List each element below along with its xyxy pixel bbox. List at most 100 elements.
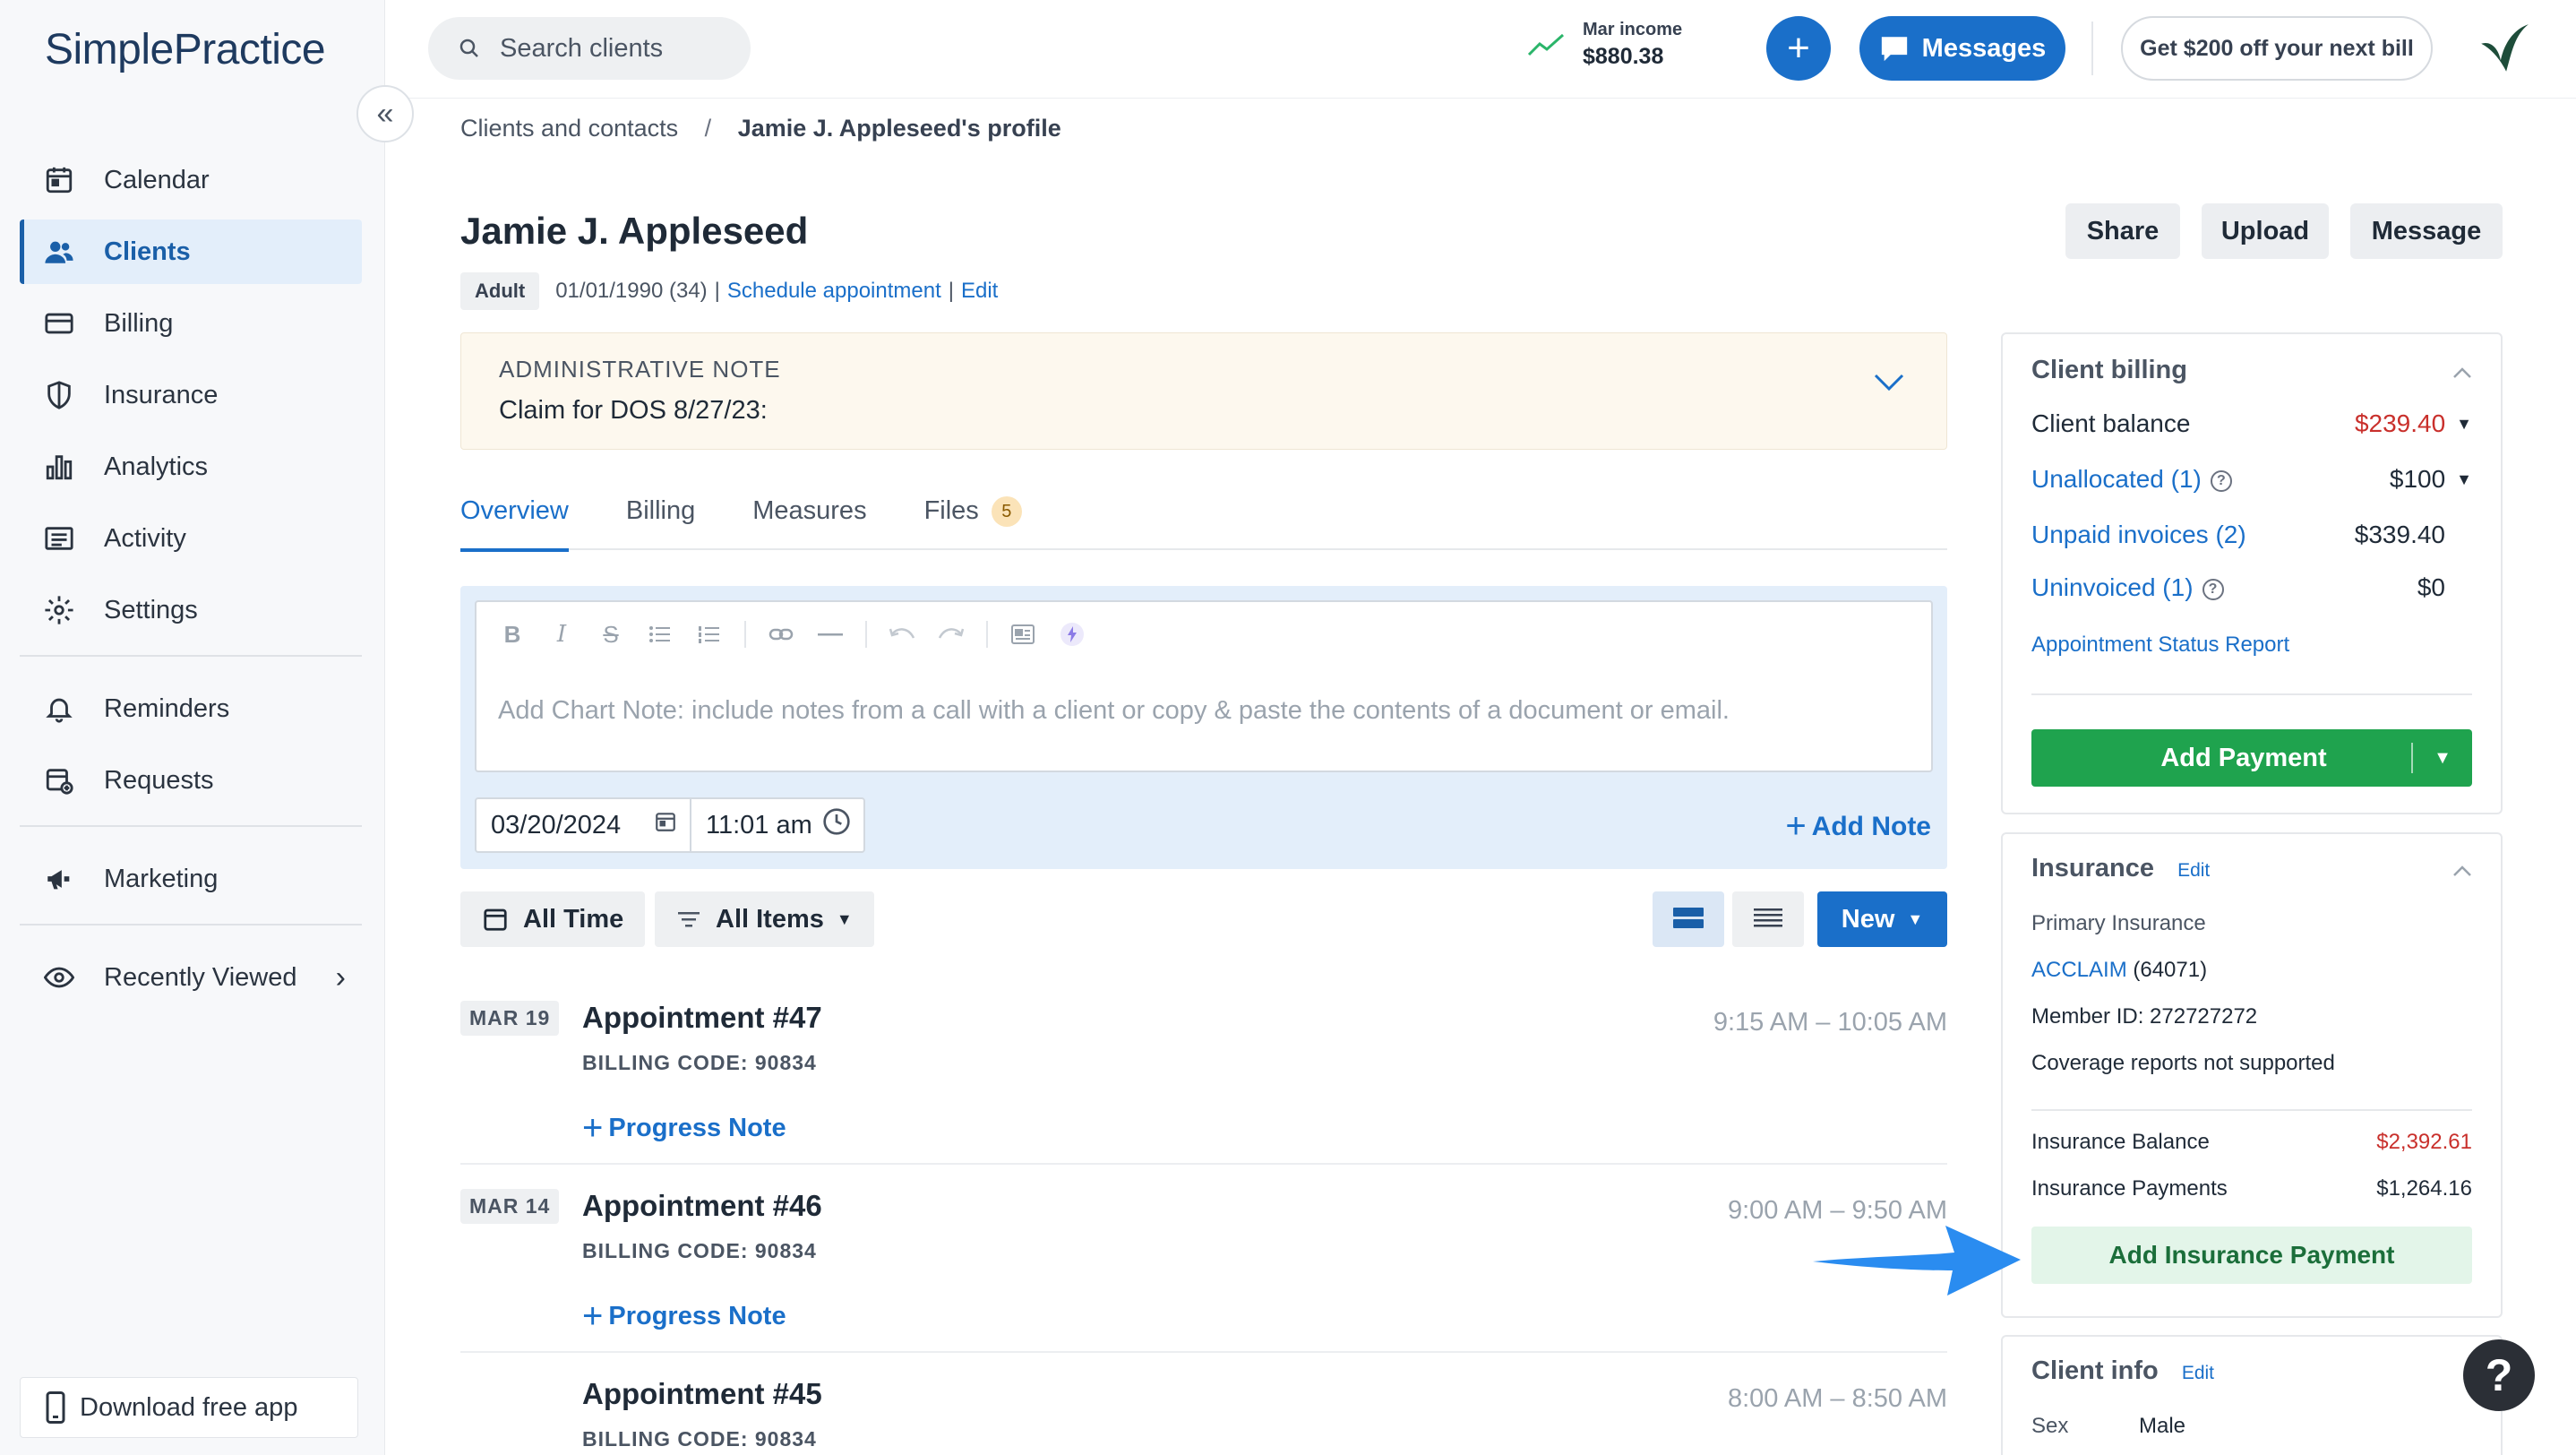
billing-code: BILLING CODE: 90834 [582,1051,817,1074]
time-filter-label: All Time [523,904,624,934]
sidebar-item-clients[interactable]: Clients [20,220,362,284]
chevron-up-icon[interactable] [2452,865,2472,877]
list-view-icon [1753,906,1783,934]
download-app-button[interactable]: Download free app [20,1377,358,1438]
tab-measures[interactable]: Measures [752,496,866,550]
tab-files[interactable]: Files 5 [924,496,1022,550]
chevron-up-icon[interactable] [2452,366,2472,379]
tab-label: Billing [625,496,696,525]
sidebar-item-label: Insurance [104,380,219,409]
template-icon[interactable] [1009,620,1037,649]
strikethrough-icon[interactable]: S [597,620,625,649]
caret-down-icon[interactable]: ▼ [2413,748,2472,769]
note-date-value: 03/20/2024 [491,810,622,839]
add-payment-button[interactable]: Add Payment ▼ [2031,729,2472,787]
sidebar-item-marketing[interactable]: Marketing [20,847,362,911]
sidebar-item-reminders[interactable]: Reminders [20,676,362,741]
list-item[interactable]: Appointment #45 BILLING CODE: 90834 8:00… [460,1377,1947,1455]
edit-client-info-link[interactable]: Edit [2182,1363,2214,1383]
billing-code: BILLING CODE: 90834 [582,1427,817,1451]
note-time-field[interactable]: 11:01 am [691,807,863,843]
edit-insurance-link[interactable]: Edit [2177,860,2210,881]
promo-button[interactable]: Get $200 off your next bill [2121,16,2433,81]
collapse-sidebar-button[interactable]: « [356,85,414,142]
double-chevron-left-icon: « [376,96,394,131]
search-input[interactable]: Search clients [428,17,751,80]
sidebar-item-recently-viewed[interactable]: Recently Viewed › [20,945,362,1010]
numbered-list-icon[interactable] [695,620,724,649]
tab-label: Measures [752,496,867,525]
client-balance-value[interactable]: $239.40 ▼ [2355,409,2472,438]
tab-billing[interactable]: Billing [626,496,695,550]
chart-note-editor[interactable]: B I S Add Chart Note: include notes from… [475,600,1933,772]
appointment-date: MAR 14 [460,1189,560,1224]
plus-icon: + [1787,26,1810,70]
insurance-payments-row: Insurance Payments $1,264.16 [2031,1176,2472,1201]
schedule-appointment-link[interactable]: Schedule appointment [727,279,941,304]
bold-icon[interactable]: B [498,620,527,649]
administrative-note[interactable]: ADMINISTRATIVE NOTE Claim for DOS 8/27/2… [460,332,1947,450]
link-icon[interactable] [767,620,795,649]
client-billing-card: Client billing Client balance $239.40 ▼ U… [2001,332,2503,814]
gear-icon [41,592,77,628]
client-info-card: Client info Edit Sex Male [2001,1335,2503,1455]
add-progress-note-button[interactable]: + Progress Note [582,1296,786,1337]
time-filter-button[interactable]: All Time [460,891,646,947]
unallocated-link[interactable]: Unallocated (1)? [2031,465,2232,494]
tab-overview[interactable]: Overview [460,496,569,552]
upload-button[interactable]: Upload [2202,203,2329,259]
messages-button[interactable]: Messages [1859,16,2065,81]
insurance-payments-label: Insurance Payments [2031,1176,2228,1201]
sidebar-item-requests[interactable]: Requests [20,748,362,813]
uninvoiced-link[interactable]: Uninvoiced (1)? [2031,573,2224,602]
card-view-toggle[interactable] [1653,891,1724,947]
app-logo[interactable]: SimplePractice [45,25,326,74]
redo-icon[interactable] [937,620,966,649]
avatar[interactable] [2472,18,2535,81]
sidebar-item-settings[interactable]: Settings [20,578,362,642]
sidebar-item-billing[interactable]: Billing [20,291,362,356]
appointment-title[interactable]: Appointment #47 [582,1001,822,1035]
new-item-button[interactable]: New ▼ [1817,891,1947,947]
tab-label: Files [923,496,979,525]
top-bar: Search clients Mar income $880.38 + Mess… [385,0,2576,99]
note-date-field[interactable]: 03/20/2024 [477,799,691,851]
horizontal-rule-icon[interactable] [816,620,845,649]
sidebar-item-analytics[interactable]: Analytics [20,435,362,499]
topbar-divider [2091,22,2093,75]
sidebar-item-label: Activity [104,523,186,553]
appointment-status-report-link[interactable]: Appointment Status Report [2031,633,2289,658]
create-new-button[interactable]: + [1766,16,1831,81]
message-button[interactable]: Message [2350,203,2503,259]
add-insurance-payment-button[interactable]: Add Insurance Payment [2031,1227,2472,1284]
share-button[interactable]: Share [2065,203,2180,259]
appointment-title[interactable]: Appointment #46 [582,1189,822,1223]
add-progress-note-button[interactable]: + Progress Note [582,1108,786,1149]
appointment-title[interactable]: Appointment #45 [582,1377,822,1411]
help-icon[interactable]: ? [2202,578,2224,600]
unpaid-invoices-link[interactable]: Unpaid invoices (2) [2031,521,2246,549]
undo-icon[interactable] [888,620,916,649]
list-view-toggle[interactable] [1732,891,1804,947]
help-icon[interactable]: ? [2210,469,2232,492]
payer-link[interactable]: ACCLAIM [2031,958,2127,982]
add-note-button[interactable]: + Add Note [1785,806,1931,847]
help-button[interactable]: ? [2463,1339,2535,1411]
italic-icon[interactable]: I [547,620,576,649]
breadcrumb-parent[interactable]: Clients and contacts [460,115,678,142]
insurance-balance-value: $2,392.61 [2376,1130,2472,1154]
list-item[interactable]: MAR 19 Appointment #47 BILLING CODE: 908… [460,1001,1947,1165]
sidebar-item-calendar[interactable]: Calendar [20,148,362,212]
bullet-list-icon[interactable] [646,620,674,649]
monthly-income[interactable]: Mar income $880.38 [1527,20,1682,70]
list-item[interactable]: MAR 14 Appointment #46 BILLING CODE: 908… [460,1189,1947,1353]
items-filter-button[interactable]: All Items ▼ [655,891,874,947]
edit-client-link[interactable]: Edit [961,279,998,304]
unallocated-value[interactable]: $100 ▼ [2390,465,2472,494]
list-icon [41,521,77,556]
admin-note-title: ADMINISTRATIVE NOTE [499,356,781,383]
sidebar-item-activity[interactable]: Activity [20,506,362,571]
sidebar-item-insurance[interactable]: Insurance [20,363,362,427]
ai-lightning-icon[interactable] [1058,620,1086,649]
chevron-down-icon[interactable] [1873,373,1905,392]
